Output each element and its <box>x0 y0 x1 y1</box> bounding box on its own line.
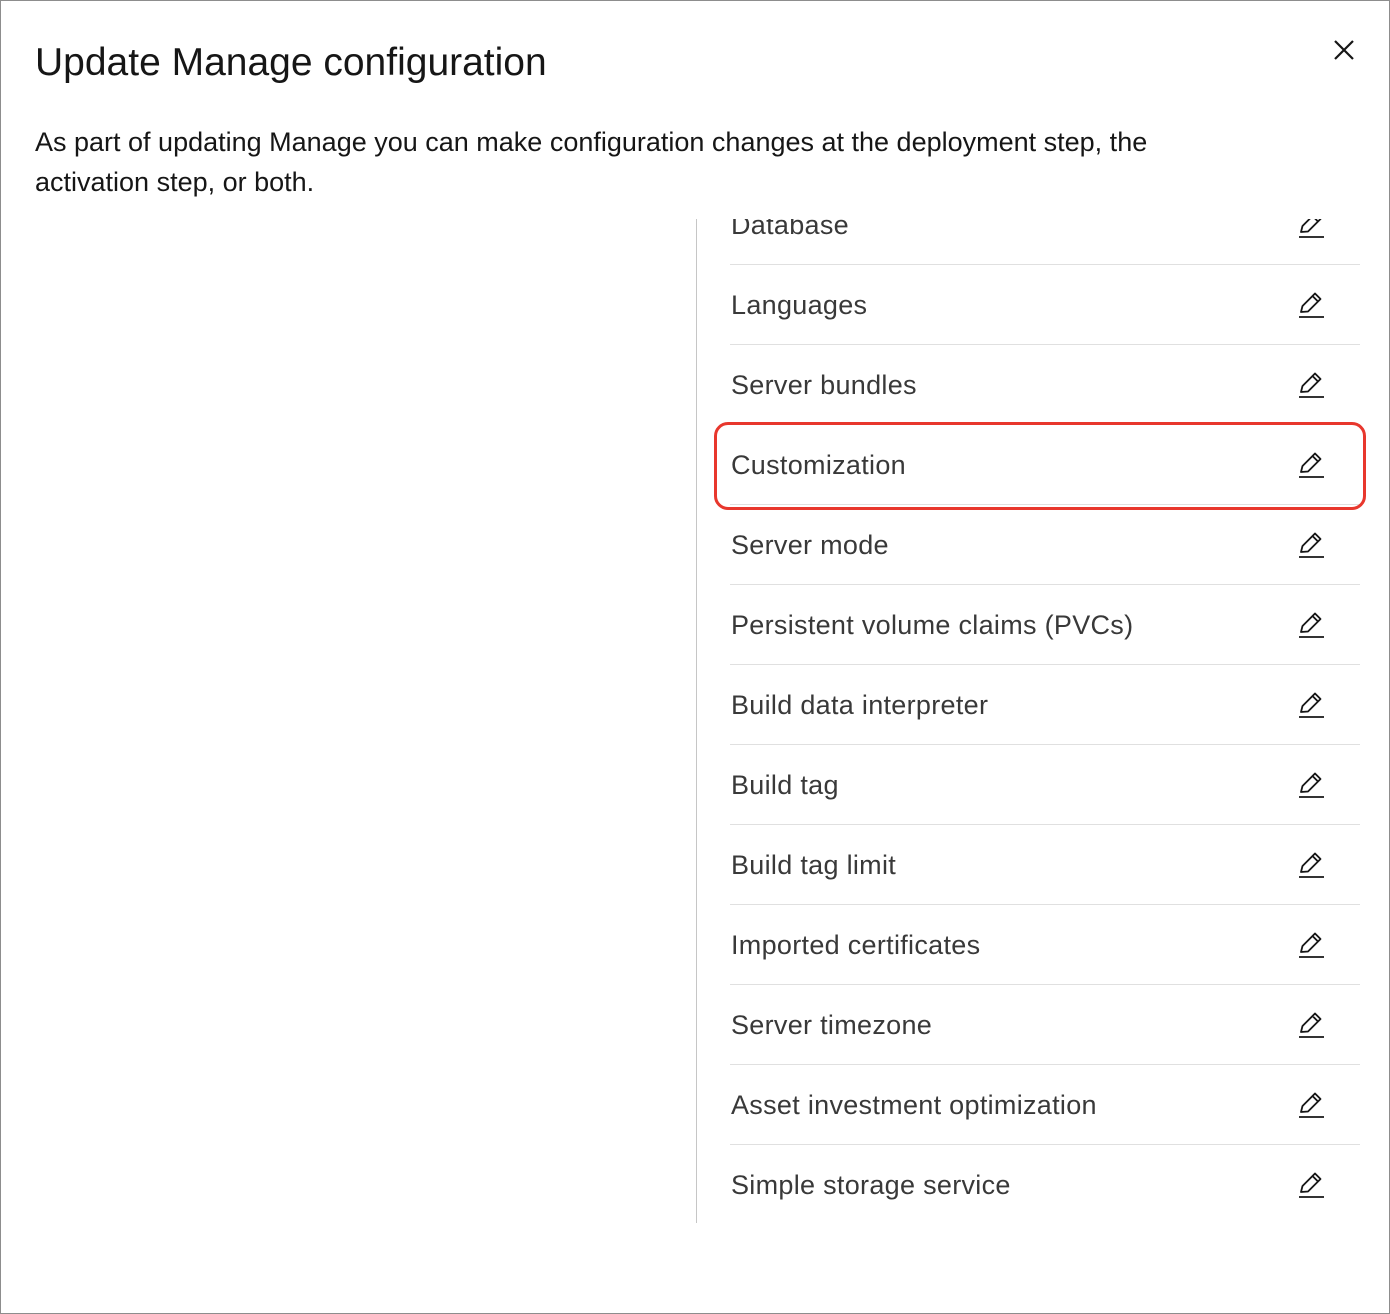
config-row-label: Imported certificates <box>731 930 981 960</box>
config-list-scroll-area[interactable]: Database Languages Server bundles Custom… <box>730 219 1360 1229</box>
edit-build-tag-button[interactable] <box>1293 767 1329 803</box>
config-row-database: Database <box>730 219 1360 265</box>
config-row-label: Build tag limit <box>731 850 897 880</box>
modal-title: Update Manage configuration <box>35 41 547 84</box>
edit-icon <box>1299 772 1324 798</box>
config-row-label: Languages <box>731 290 868 320</box>
edit-server-mode-button[interactable] <box>1293 527 1329 563</box>
edit-icon <box>1299 1172 1324 1198</box>
config-row-label: Build data interpreter <box>731 690 989 720</box>
config-row-label: Persistent volume claims (PVCs) <box>731 610 1134 640</box>
edit-icon <box>1299 852 1324 878</box>
edit-icon <box>1299 452 1324 478</box>
config-row-simple-storage-service: Simple storage service <box>730 1145 1360 1225</box>
config-row-server-bundles: Server bundles <box>730 345 1360 425</box>
edit-icon <box>1299 1012 1324 1038</box>
edit-icon <box>1299 932 1324 958</box>
config-row-server-timezone: Server timezone <box>730 985 1360 1065</box>
edit-build-tag-limit-button[interactable] <box>1293 847 1329 883</box>
config-row-build-tag-limit: Build tag limit <box>730 825 1360 905</box>
update-manage-modal: Update Manage configuration As part of u… <box>0 0 1390 1314</box>
edit-server-timezone-button[interactable] <box>1293 1007 1329 1043</box>
config-row-label: Server bundles <box>731 370 917 400</box>
edit-languages-button[interactable] <box>1293 287 1329 323</box>
edit-icon <box>1299 292 1324 318</box>
edit-icon <box>1299 692 1324 718</box>
edit-icon <box>1299 532 1324 558</box>
close-button[interactable] <box>1323 29 1365 71</box>
edit-server-bundles-button[interactable] <box>1293 367 1329 403</box>
edit-icon <box>1299 612 1324 638</box>
config-row-label: Simple storage service <box>731 1170 1011 1200</box>
config-row-languages: Languages <box>730 265 1360 345</box>
config-row-pvcs: Persistent volume claims (PVCs) <box>730 585 1360 665</box>
config-row-build-data-interpreter: Build data interpreter <box>730 665 1360 745</box>
config-row-label: Customization <box>731 450 906 480</box>
edit-build-data-interpreter-button[interactable] <box>1293 687 1329 723</box>
config-row-server-mode: Server mode <box>730 505 1360 585</box>
edit-simple-storage-service-button[interactable] <box>1293 1167 1329 1203</box>
column-divider <box>696 219 697 1223</box>
config-row-label: Server timezone <box>731 1010 933 1040</box>
config-row-label: Database <box>731 219 849 240</box>
config-row-label: Server mode <box>731 530 889 560</box>
edit-customization-button[interactable] <box>1293 447 1329 483</box>
config-list: Database Languages Server bundles Custom… <box>730 219 1360 1225</box>
config-row-label: Build tag <box>731 770 839 800</box>
edit-imported-certificates-button[interactable] <box>1293 927 1329 963</box>
modal-description: As part of updating Manage you can make … <box>35 127 1148 197</box>
edit-database-button[interactable] <box>1293 219 1329 243</box>
edit-pvcs-button[interactable] <box>1293 607 1329 643</box>
config-row-build-tag: Build tag <box>730 745 1360 825</box>
config-row-imported-certificates: Imported certificates <box>730 905 1360 985</box>
edit-asset-investment-optimization-button[interactable] <box>1293 1087 1329 1123</box>
config-row-customization: Customization <box>730 425 1360 505</box>
edit-icon <box>1299 372 1324 398</box>
close-icon <box>1334 40 1354 60</box>
edit-icon <box>1299 219 1324 238</box>
edit-icon <box>1299 1092 1324 1118</box>
config-row-asset-investment-optimization: Asset investment optimization <box>730 1065 1360 1145</box>
config-row-label: Asset investment optimization <box>731 1090 1097 1120</box>
